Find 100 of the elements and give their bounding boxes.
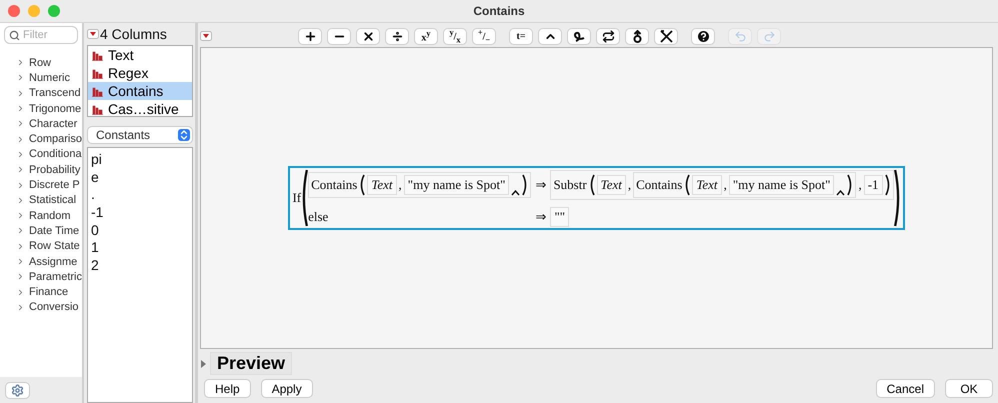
category-item[interactable]: Random (0, 208, 82, 224)
string-literal[interactable]: "" (550, 206, 570, 226)
operator-button[interactable]: x$^{y}$ (414, 28, 438, 44)
category-item[interactable]: Assignme (0, 254, 82, 270)
category-label: Character (29, 118, 78, 130)
constant-item[interactable]: 2 (91, 257, 189, 275)
operator-button[interactable]: $^{+}$/$_{−}$ (472, 28, 496, 44)
plus-button[interactable] (298, 28, 322, 44)
constant-item[interactable]: e (91, 168, 189, 186)
function-call[interactable]: Substr Text , Contains Text , "my name is Spot" , -1 (550, 170, 894, 200)
help-button[interactable] (691, 28, 715, 44)
column-item[interactable]: Contains (88, 82, 192, 100)
parenthesis-icon (884, 174, 891, 196)
function-name: Contains (636, 176, 682, 192)
column-label: Contains (108, 83, 164, 99)
caret-button[interactable] (538, 28, 562, 44)
column-label: Regex (108, 65, 148, 81)
category-item[interactable]: Character (0, 116, 82, 132)
operator-button[interactable]: $^{y}$/$_{x}$ (443, 28, 467, 44)
undo-icon (734, 30, 746, 42)
close-button[interactable] (8, 5, 20, 17)
operator-button[interactable]: t= (509, 28, 533, 44)
preview-header[interactable]: Preview (210, 352, 292, 375)
column-item[interactable]: Regex (88, 64, 192, 82)
bar-chart-icon (92, 104, 103, 114)
peel-button[interactable] (625, 28, 649, 44)
dropdown-icon[interactable] (87, 28, 99, 38)
menu-dropdown-icon[interactable] (200, 31, 212, 41)
multiply-icon (362, 30, 374, 42)
number-literal[interactable]: -1 (864, 174, 883, 194)
category-label: Finance (29, 286, 68, 298)
constants-select[interactable]: Constants (87, 126, 193, 144)
column-label: Text (108, 47, 134, 63)
parenthesis-icon (359, 174, 366, 196)
function-call[interactable]: Contains Text , "my name is Spot" (633, 172, 856, 198)
category-item[interactable]: Finance (0, 284, 82, 300)
category-label: Row State (29, 240, 80, 252)
category-label: Row (29, 56, 52, 69)
swap-button[interactable] (596, 28, 620, 44)
caret-icon[interactable] (836, 190, 846, 196)
constant-item[interactable]: -1 (91, 204, 189, 222)
function-name: Substr (553, 176, 587, 192)
divide-button[interactable] (385, 28, 409, 44)
constant-item[interactable]: 0 (91, 222, 189, 240)
category-item[interactable]: Parametric (0, 269, 82, 284)
column-item[interactable]: Text (88, 46, 192, 64)
column-reference[interactable]: Text (367, 174, 397, 194)
dialog-button[interactable]: Apply (260, 379, 313, 398)
formula-box[interactable]: If Contains Text , "my name is Spot" ⇒ Substr Text , Contains Text , "my name is Spot" , -1 else ⇒ "" (288, 166, 905, 230)
string-literal[interactable]: "my name is Spot" (728, 174, 834, 194)
category-label: Numeric (29, 72, 70, 84)
clear-button[interactable] (654, 28, 678, 44)
column-reference[interactable]: Text (596, 174, 626, 194)
clear-icon (660, 30, 672, 42)
constant-item[interactable]: pi (91, 151, 189, 169)
parenthesis-icon (522, 174, 528, 196)
caret-icon[interactable] (511, 190, 520, 196)
category-item[interactable]: Row State (0, 238, 82, 254)
column-label: Cas…sitive (108, 101, 179, 116)
category-item[interactable]: Probability (0, 162, 82, 178)
column-item[interactable]: Cas…sitive (88, 100, 192, 116)
constant-item[interactable]: . (91, 186, 189, 204)
category-item[interactable]: Conditiona (0, 146, 82, 162)
category-label: Statistical (29, 194, 76, 206)
category-item[interactable]: Row (0, 55, 82, 70)
category-label: Transcend (29, 87, 81, 100)
filter-field[interactable]: Filter (4, 26, 78, 44)
category-item[interactable]: Compariso (0, 131, 82, 147)
function-call[interactable]: Contains Text , "my name is Spot" (308, 172, 532, 198)
loop-icon (572, 30, 586, 42)
category-item[interactable]: Discrete P (0, 177, 82, 193)
settings-button[interactable] (5, 382, 30, 398)
swap-icon (602, 30, 614, 42)
category-label: Conditiona (29, 148, 82, 160)
category-item[interactable]: Conversio (0, 300, 82, 316)
category-label: Assignme (29, 256, 78, 268)
string-literal[interactable]: "my name is Spot" (404, 174, 510, 194)
category-item[interactable]: Date Time (0, 223, 82, 239)
constant-item[interactable]: 1 (91, 239, 189, 258)
dialog-button[interactable]: OK (945, 379, 993, 398)
category-item[interactable]: Trigonome (0, 100, 82, 116)
loop-button[interactable] (567, 28, 591, 44)
category-item[interactable]: Statistical (0, 192, 82, 208)
arrow: ⇒ (535, 176, 546, 192)
disclosure-icon[interactable] (200, 360, 207, 368)
search-icon (9, 30, 20, 41)
category-item[interactable]: Numeric (0, 70, 82, 86)
dialog-button[interactable]: Help (204, 379, 251, 398)
parenthesis-icon (847, 174, 854, 196)
help-icon (696, 28, 710, 44)
category-item[interactable]: Transcend (0, 86, 82, 101)
bar-chart-icon (92, 50, 103, 60)
comma: , (398, 176, 402, 192)
times-button[interactable] (356, 28, 380, 44)
bar-chart-icon (92, 68, 103, 78)
column-reference[interactable]: Text (692, 174, 722, 194)
arrow: ⇒ (535, 208, 546, 224)
category-label: Probability (29, 164, 80, 176)
minus-button[interactable] (327, 28, 351, 44)
dialog-button[interactable]: Cancel (876, 379, 935, 398)
